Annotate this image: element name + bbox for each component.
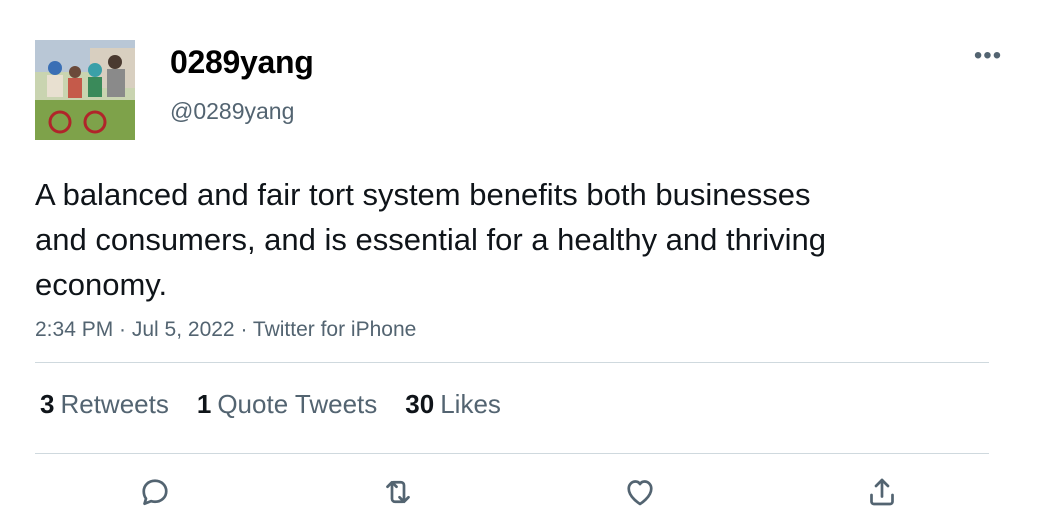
retweets-label: Retweets bbox=[60, 389, 169, 419]
divider bbox=[35, 362, 989, 363]
quote-tweets-count: 1 bbox=[196, 389, 212, 419]
likes-stat[interactable]: 30 Likes bbox=[405, 386, 501, 422]
user-handle[interactable]: @0289yang bbox=[170, 96, 294, 126]
retweets-count: 3 bbox=[40, 389, 55, 419]
quote-tweets-stat[interactable]: 1 Quote Tweets bbox=[197, 386, 377, 422]
like-button[interactable] bbox=[620, 472, 660, 512]
more-options-button[interactable]: ••• bbox=[968, 44, 1008, 68]
display-name[interactable]: 0289yang bbox=[170, 42, 314, 82]
likes-label: Likes bbox=[440, 389, 501, 419]
reply-icon bbox=[142, 479, 168, 506]
avatar-photo bbox=[35, 40, 135, 140]
likes-count: 30 bbox=[405, 389, 435, 419]
heart-icon bbox=[627, 480, 653, 506]
tweet-stats: 3 Retweets 1 Quote Tweets 30 Likes bbox=[40, 386, 501, 422]
avatar[interactable] bbox=[35, 40, 135, 140]
divider bbox=[35, 453, 989, 454]
share-button[interactable] bbox=[862, 472, 902, 512]
reply-button[interactable] bbox=[135, 472, 175, 512]
share-icon bbox=[870, 478, 894, 506]
quote-tweets-label: Quote Tweets bbox=[217, 389, 378, 419]
more-icon: ••• bbox=[973, 42, 1003, 69]
retweet-button[interactable] bbox=[378, 472, 418, 512]
tweet-text: A balanced and fair tort system benefits… bbox=[35, 177, 826, 302]
retweet-icon bbox=[386, 480, 410, 504]
tweet-meta[interactable]: 2:34 PM · Jul 5, 2022 · Twitter for iPho… bbox=[35, 315, 416, 345]
retweets-stat[interactable]: 3 Retweets bbox=[40, 386, 169, 422]
